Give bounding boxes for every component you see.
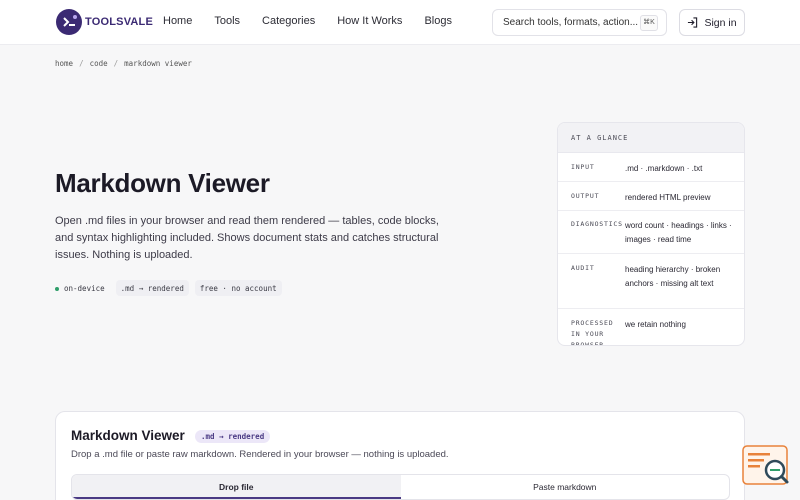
glance-key: AUDIT xyxy=(571,264,595,272)
glance-value: rendered HTML preview xyxy=(625,193,711,202)
top-header: TOOLSVALE Home Tools Categories How It W… xyxy=(0,0,800,45)
main-nav: Home Tools Categories How It Works Blogs xyxy=(163,15,474,27)
breadcrumb-code[interactable]: code xyxy=(90,59,108,68)
glance-row-privacy: PROCESSED IN YOUR BROWSER we retain noth… xyxy=(558,309,744,346)
nav-categories[interactable]: Categories xyxy=(262,15,315,27)
logo-icon xyxy=(56,9,82,35)
glance-key: INPUT xyxy=(571,163,595,171)
status-dot-icon xyxy=(55,286,59,291)
nav-how-it-works[interactable]: How It Works xyxy=(337,15,402,27)
breadcrumb-separator: / xyxy=(113,59,119,68)
help-widget-icon[interactable] xyxy=(742,445,790,487)
tab-drop-file[interactable]: Drop file xyxy=(72,475,401,499)
glance-key: DIAGNOSTICS xyxy=(571,220,623,228)
glance-row-audit: AUDIT heading hierarchy · broken anchors… xyxy=(558,254,744,309)
tool-title: Markdown Viewer xyxy=(71,428,185,443)
signin-button[interactable]: Sign in xyxy=(679,9,745,36)
glance-value: .md · .markdown · .txt xyxy=(625,164,703,173)
logo[interactable]: TOOLSVALE xyxy=(56,9,153,35)
pill-free: free · no account xyxy=(194,280,282,296)
search-input[interactable]: Search tools, formats, action... ⌘K xyxy=(492,9,667,36)
logo-text: TOOLSVALE xyxy=(85,16,154,28)
glance-key: OUTPUT xyxy=(571,192,600,200)
pill-format: .md → rendered xyxy=(115,280,189,296)
glance-row-input: INPUT .md · .markdown · .txt xyxy=(558,153,744,182)
nav-blogs[interactable]: Blogs xyxy=(424,15,452,27)
breadcrumb-current: markdown viewer xyxy=(124,59,192,68)
at-a-glance-card: AT A GLANCE INPUT .md · .markdown · .txt… xyxy=(557,122,745,346)
search-placeholder: Search tools, formats, action... xyxy=(503,17,639,28)
tool-card: Markdown Viewer .md → rendered Drop a .m… xyxy=(55,411,745,500)
breadcrumb-separator: / xyxy=(79,59,84,68)
glance-value: we retain nothing xyxy=(625,320,686,329)
tab-paste-markdown[interactable]: Paste markdown xyxy=(401,475,730,499)
feature-pills: on-device .md → rendered free · no accou… xyxy=(55,280,288,296)
glance-row-diagnostics: DIAGNOSTICS word count · headings · link… xyxy=(558,211,744,254)
page-title: Markdown Viewer xyxy=(55,168,270,198)
breadcrumb-home[interactable]: home xyxy=(55,59,73,68)
nav-home[interactable]: Home xyxy=(163,15,192,27)
page-description: Open .md files in your browser and read … xyxy=(55,215,439,261)
input-mode-tabs: Drop file Paste markdown xyxy=(71,474,730,500)
glance-row-output: OUTPUT rendered HTML preview xyxy=(558,182,744,211)
login-icon xyxy=(688,17,698,28)
tool-badge: .md → rendered xyxy=(195,430,271,443)
glance-key: PROCESSED IN YOUR BROWSER xyxy=(571,319,614,346)
nav-tools[interactable]: Tools xyxy=(214,15,240,27)
pill-label: on-device xyxy=(64,284,105,293)
pill-on-device: on-device xyxy=(55,280,110,296)
breadcrumb: home / code / markdown viewer xyxy=(55,59,192,68)
glance-value: heading hierarchy · broken anchors · mis… xyxy=(625,265,721,288)
glance-heading: AT A GLANCE xyxy=(558,123,744,153)
search-shortcut: ⌘K xyxy=(640,15,658,31)
signin-label: Sign in xyxy=(704,16,737,29)
tool-description: Drop a .md file or paste raw markdown. R… xyxy=(71,449,449,460)
glance-value: word count · headings · links · images ·… xyxy=(625,221,732,244)
